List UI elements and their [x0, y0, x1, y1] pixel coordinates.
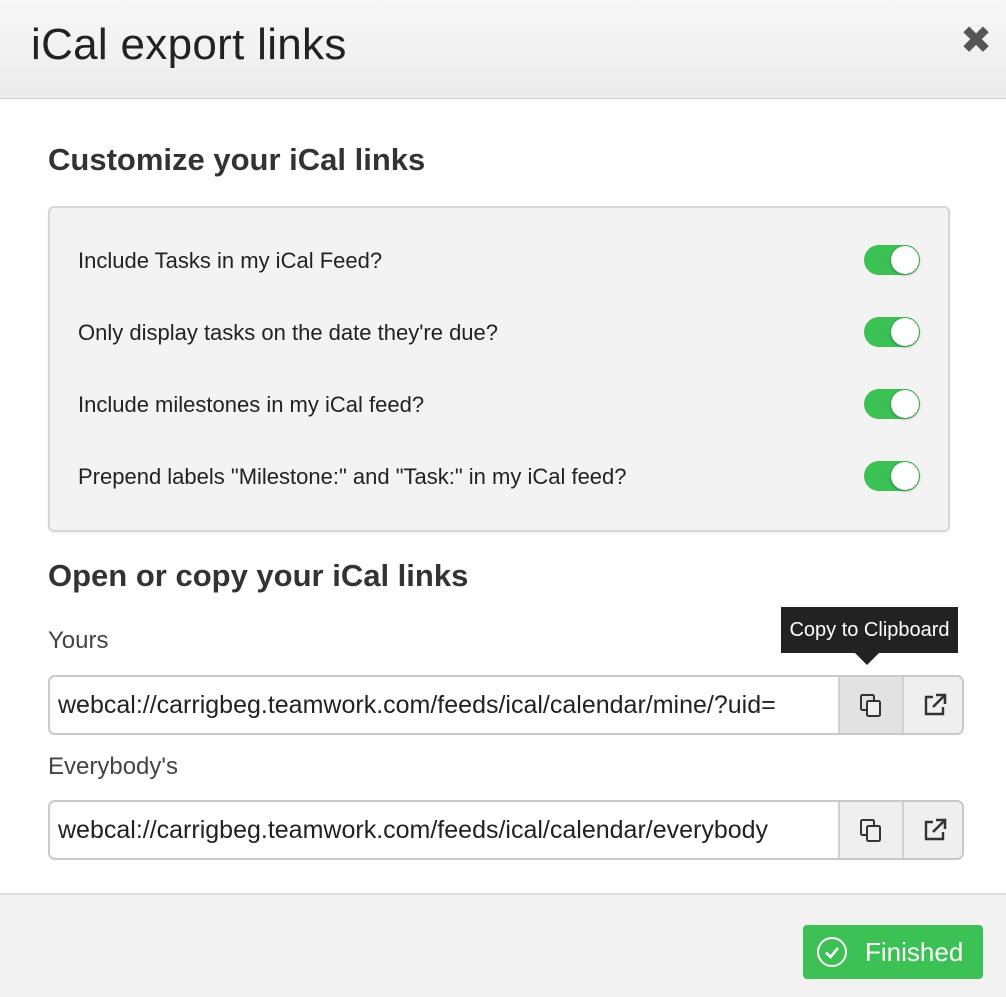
yours-link-input[interactable]	[50, 677, 838, 733]
copy-tooltip: Copy to Clipboard	[781, 607, 958, 653]
links-section-title: Open or copy your iCal links	[48, 558, 469, 593]
option-include-milestones: Include milestones in my iCal feed?	[78, 384, 920, 424]
customize-section-title: Customize your iCal links	[48, 142, 426, 177]
include-tasks-toggle[interactable]	[864, 245, 920, 275]
everybody-copy-button[interactable]	[838, 802, 902, 858]
finished-button-label: Finished	[865, 937, 964, 967]
copy-icon	[860, 819, 881, 842]
toggle-knob	[891, 462, 919, 490]
yours-label: Yours	[48, 627, 109, 654]
option-label: Only display tasks on the date they're d…	[78, 320, 499, 345]
external-link-icon	[924, 693, 947, 716]
everybody-link-group	[48, 800, 964, 860]
tooltip-arrow	[855, 653, 879, 665]
option-label: Prepend labels "Milestone:" and "Task:" …	[78, 464, 627, 489]
yours-link-group	[48, 675, 964, 735]
option-label: Include milestones in my iCal feed?	[78, 392, 425, 417]
include-milestones-toggle[interactable]	[864, 389, 920, 419]
yours-copy-button[interactable]	[838, 677, 902, 733]
due-date-only-toggle[interactable]	[864, 317, 920, 347]
option-due-date-only: Only display tasks on the date they're d…	[78, 312, 920, 352]
everybody-label: Everybody's	[48, 753, 178, 780]
external-link-icon	[924, 818, 947, 841]
close-icon[interactable]: ✖	[960, 22, 992, 60]
option-include-tasks: Include Tasks in my iCal Feed?	[78, 240, 920, 280]
toggle-knob	[891, 246, 919, 274]
options-panel: Include Tasks in my iCal Feed? Only disp…	[48, 206, 950, 532]
toggle-knob	[891, 318, 919, 346]
toggle-knob	[891, 390, 919, 418]
modal-header: iCal export links ✖	[0, 0, 1006, 99]
everybody-link-input[interactable]	[50, 802, 838, 858]
everybody-open-button[interactable]	[902, 802, 962, 858]
option-prepend-labels: Prepend labels "Milestone:" and "Task:" …	[78, 456, 920, 496]
prepend-labels-toggle[interactable]	[864, 461, 920, 491]
finished-button[interactable]: Finished	[803, 925, 983, 979]
check-circle-icon	[817, 937, 847, 967]
option-label: Include Tasks in my iCal Feed?	[78, 248, 383, 273]
modal-title: iCal export links	[31, 20, 347, 69]
yours-open-button[interactable]	[902, 677, 962, 733]
modal-footer: Finished	[0, 893, 1006, 997]
copy-icon	[860, 694, 881, 717]
